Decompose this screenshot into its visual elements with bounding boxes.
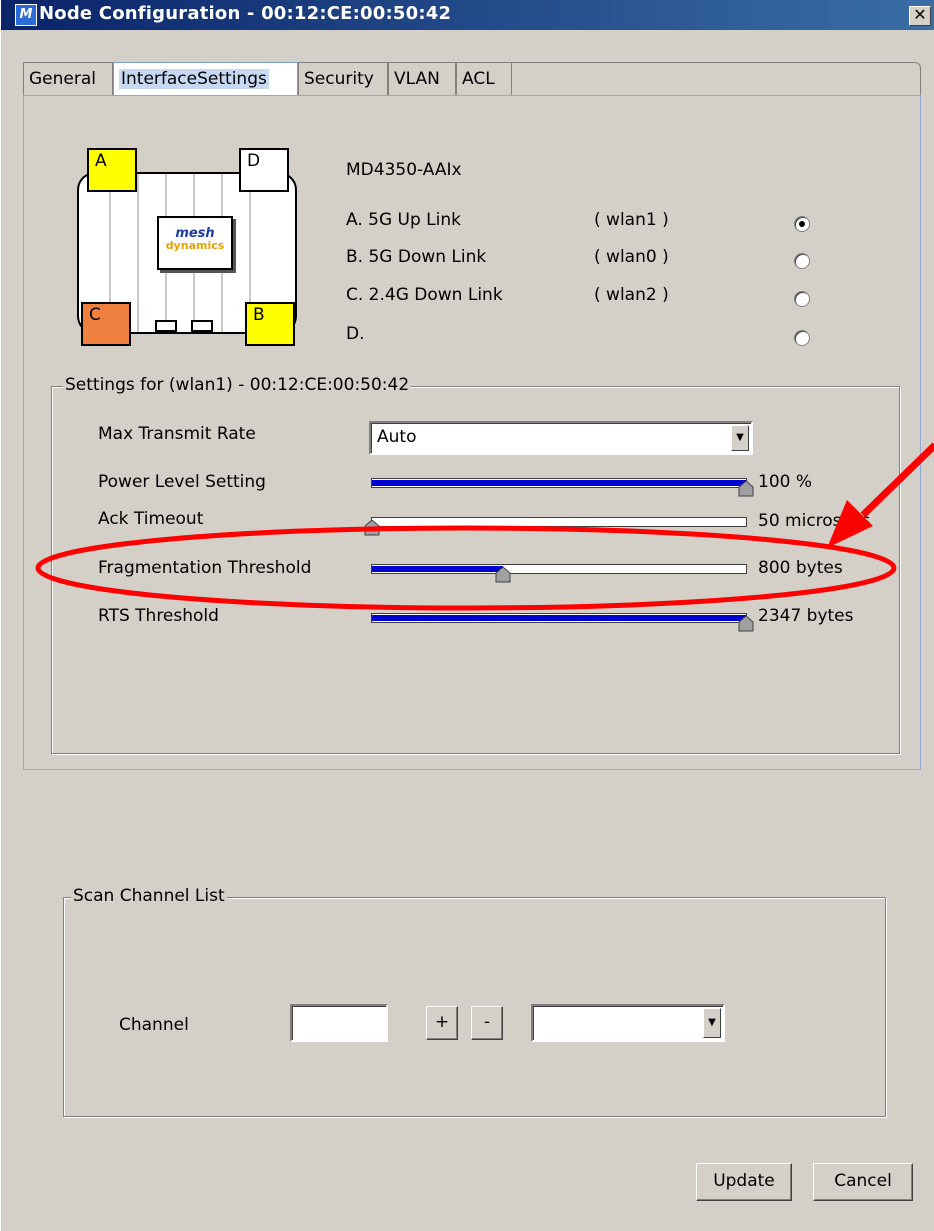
- interface-radio-b[interactable]: [794, 253, 810, 269]
- port-c: C: [81, 302, 131, 346]
- interface-radio-d[interactable]: [794, 330, 810, 346]
- ack-timeout-label: Ack Timeout: [98, 509, 204, 529]
- tab-strip-filler: [512, 62, 921, 96]
- slider-thumb[interactable]: [495, 567, 511, 583]
- window-title: Node Configuration - 00:12:CE:00:50:42: [39, 3, 452, 24]
- interface-row-a[interactable]: A. 5G Up Link ( wlan1 ): [346, 210, 846, 236]
- slider-thumb[interactable]: [738, 616, 754, 632]
- power-level-slider[interactable]: [371, 478, 754, 497]
- slider-thumb[interactable]: [364, 520, 380, 536]
- device-connector: [155, 320, 177, 332]
- power-level-label: Power Level Setting: [98, 472, 266, 492]
- settings-legend: Settings for (wlan1) - 00:12:CE:00:50:42: [63, 375, 412, 395]
- chevron-down-icon[interactable]: ▼: [731, 425, 749, 451]
- tab-security[interactable]: Security: [298, 62, 388, 96]
- add-channel-button[interactable]: +: [426, 1006, 458, 1040]
- port-b: B: [245, 302, 295, 346]
- node-configuration-window: M Node Configuration - 00:12:CE:00:50:42…: [0, 0, 934, 1231]
- rts-threshold-value: 2347 bytes: [758, 606, 854, 626]
- ack-timeout-value: 50 microsecs: [758, 511, 871, 531]
- max-transmit-rate-label: Max Transmit Rate: [98, 424, 256, 444]
- device-connector: [191, 320, 213, 332]
- rts-threshold-label: RTS Threshold: [98, 606, 219, 626]
- fragmentation-value: 800 bytes: [758, 558, 843, 578]
- close-button[interactable]: ✕: [909, 6, 931, 26]
- interface-row-b[interactable]: B. 5G Down Link ( wlan0 ): [346, 247, 846, 273]
- channel-input[interactable]: [290, 1004, 388, 1042]
- device-diagram: mesh dynamics A D C B: [73, 148, 299, 348]
- port-d: D: [239, 148, 289, 192]
- cancel-button[interactable]: Cancel: [813, 1163, 913, 1201]
- interface-radio-c[interactable]: [794, 291, 810, 307]
- slider-fill: [372, 480, 746, 486]
- rts-threshold-slider[interactable]: [371, 613, 754, 632]
- channel-list-select[interactable]: ▼: [531, 1004, 725, 1042]
- tab-general[interactable]: General: [23, 62, 113, 96]
- remove-channel-button[interactable]: -: [471, 1006, 503, 1040]
- slider-fill: [372, 615, 746, 621]
- ack-timeout-slider[interactable]: [364, 517, 747, 536]
- update-button[interactable]: Update: [696, 1163, 792, 1201]
- tab-vlan[interactable]: VLAN: [388, 62, 456, 96]
- interface-radio-a[interactable]: [794, 216, 810, 232]
- slider-thumb[interactable]: [738, 481, 754, 497]
- scan-channel-legend: Scan Channel List: [71, 886, 227, 906]
- power-level-value: 100 %: [758, 472, 813, 492]
- chevron-down-icon[interactable]: ▼: [703, 1008, 721, 1038]
- title-bar[interactable]: M Node Configuration - 00:12:CE:00:50:42…: [1, 0, 934, 30]
- interface-row-c[interactable]: C. 2.4G Down Link ( wlan2 ): [346, 285, 846, 311]
- tab-acl[interactable]: ACL: [456, 62, 512, 96]
- app-icon: M: [15, 4, 37, 26]
- fragmentation-slider[interactable]: [371, 564, 747, 583]
- fragmentation-label: Fragmentation Threshold: [98, 558, 312, 578]
- tab-interface-settings[interactable]: InterfaceSettings: [113, 62, 298, 96]
- port-a: A: [87, 148, 137, 192]
- channel-label: Channel: [119, 1015, 189, 1035]
- max-transmit-rate-select[interactable]: Auto ▼: [369, 421, 753, 455]
- slider-fill: [372, 566, 503, 572]
- mesh-dynamics-logo: mesh dynamics: [157, 216, 233, 270]
- interface-row-d[interactable]: D.: [346, 324, 846, 350]
- device-model: MD4350-AAIx: [346, 160, 462, 180]
